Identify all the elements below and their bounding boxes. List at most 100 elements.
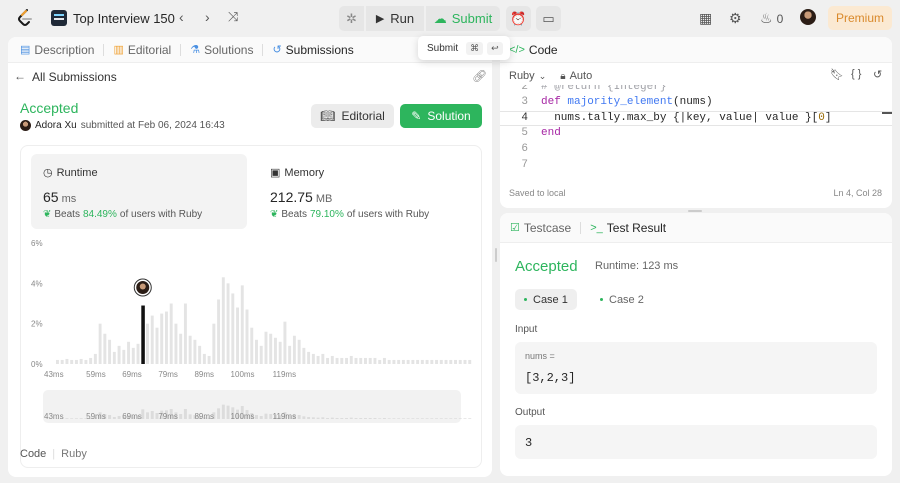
bookmark-icon[interactable]: 🔖︎ <box>830 68 844 81</box>
chart-bar[interactable] <box>406 359 410 364</box>
chart-bar[interactable] <box>198 345 202 364</box>
author-name[interactable]: Adora Xu <box>35 120 77 131</box>
chart-bar[interactable] <box>131 347 135 364</box>
chart-bar[interactable] <box>245 309 249 364</box>
chart-bar[interactable] <box>188 335 192 364</box>
chart-bar[interactable] <box>269 333 273 364</box>
code-editor[interactable]: 2 # @return {Integer} 3 def majority_ele… <box>500 85 892 187</box>
chart-bar[interactable] <box>65 358 69 364</box>
streak-counter[interactable]: ♨ 0 <box>760 10 783 27</box>
chart-bar[interactable] <box>193 339 197 364</box>
editorial-button[interactable]: 📖︎ Editorial <box>311 104 394 128</box>
chart-bar[interactable] <box>127 341 131 364</box>
chevron-right-icon[interactable]: › <box>205 9 210 25</box>
chart-bar[interactable] <box>444 359 448 364</box>
chart-bar[interactable] <box>122 349 126 364</box>
chart-bar[interactable] <box>340 357 344 364</box>
chart-bar[interactable] <box>98 323 102 364</box>
chart-bar[interactable] <box>449 359 453 364</box>
chart-bar[interactable] <box>307 351 311 364</box>
chart-bar[interactable] <box>183 303 187 365</box>
arrow-left-icon[interactable]: ← <box>14 69 26 83</box>
chart-bar[interactable] <box>411 359 415 364</box>
chart-bar[interactable] <box>169 303 173 365</box>
chart-bar[interactable] <box>326 357 330 364</box>
chart-bar[interactable] <box>359 357 363 364</box>
tab-editorial[interactable]: ▥ Editorial <box>113 43 171 57</box>
chart-bar[interactable] <box>454 359 457 364</box>
notes-button[interactable]: ▭ <box>536 6 561 31</box>
your-submission-marker[interactable] <box>133 278 152 297</box>
gear-icon[interactable]: ⚙ <box>729 10 742 27</box>
tab-testcase[interactable]: ☑ Testcase <box>510 221 571 235</box>
tab-solutions[interactable]: ⚗ Solutions <box>190 43 253 57</box>
chart-bar[interactable] <box>297 339 301 364</box>
link-icon[interactable]: 🔗︎ <box>472 69 487 83</box>
chevron-left-icon[interactable]: ‹ <box>179 9 184 25</box>
chart-bar-current[interactable] <box>141 305 145 364</box>
tab-code[interactable]: </> Code <box>509 43 558 57</box>
chart-bar[interactable] <box>288 345 292 364</box>
chart-bar[interactable] <box>179 333 183 364</box>
leetcode-logo-icon[interactable] <box>16 8 34 28</box>
problem-list-icon[interactable] <box>51 10 67 26</box>
chart-bar[interactable] <box>416 359 420 364</box>
chart-bar[interactable] <box>392 359 396 364</box>
chart-bar[interactable] <box>240 285 244 364</box>
chart-bar[interactable] <box>316 355 320 364</box>
chart-bar[interactable] <box>146 323 149 364</box>
chart-bar[interactable] <box>335 357 339 364</box>
chart-bar[interactable] <box>364 357 367 364</box>
author-avatar[interactable] <box>20 120 31 131</box>
case-tab-2[interactable]: Case 2 <box>591 289 653 310</box>
chart-bar[interactable] <box>468 359 472 364</box>
chart-bar[interactable] <box>311 353 315 364</box>
chart-bar[interactable] <box>439 359 443 364</box>
chart-bar[interactable] <box>387 359 391 364</box>
chart-bar[interactable] <box>373 357 377 364</box>
chart-bar[interactable] <box>202 353 206 364</box>
chart-bar[interactable] <box>283 321 287 364</box>
chart-bar[interactable] <box>150 315 154 364</box>
chart-bar[interactable] <box>236 307 240 364</box>
layout-icon[interactable]: ▦ <box>699 10 712 27</box>
chart-bar[interactable] <box>368 357 372 364</box>
chart-bar[interactable] <box>60 359 64 364</box>
chart-bar[interactable] <box>463 359 467 364</box>
chart-bar[interactable] <box>273 337 277 364</box>
chart-bar[interactable] <box>84 359 88 364</box>
chart-bar[interactable] <box>259 345 263 364</box>
chart-bar[interactable] <box>264 331 268 364</box>
chart-bar[interactable] <box>231 293 235 364</box>
chart-bar[interactable] <box>103 333 107 364</box>
premium-button[interactable]: Premium <box>828 6 892 30</box>
horizontal-resize-handle[interactable] <box>688 210 702 212</box>
chart-bar[interactable] <box>330 355 334 364</box>
chart-bar[interactable] <box>255 339 258 364</box>
chart-bar[interactable] <box>212 323 216 364</box>
chart-bar[interactable] <box>292 335 296 364</box>
case-tab-1[interactable]: Case 1 <box>515 289 577 310</box>
chart-bar[interactable] <box>74 359 78 364</box>
chart-bar[interactable] <box>435 359 439 364</box>
chart-bar[interactable] <box>160 313 164 364</box>
timer-button[interactable]: ⏰ <box>506 6 531 31</box>
chart-bar[interactable] <box>155 327 159 364</box>
all-submissions-link[interactable]: All Submissions <box>32 70 117 84</box>
chart-bar[interactable] <box>420 359 424 364</box>
debug-button[interactable]: ✲ <box>339 6 364 31</box>
chart-bar[interactable] <box>321 353 325 364</box>
tab-submissions[interactable]: ↺ Submissions <box>272 43 353 57</box>
chart-bar[interactable] <box>164 311 168 364</box>
chart-bar[interactable] <box>70 359 74 364</box>
chart-bar[interactable] <box>302 347 306 364</box>
mode-label[interactable]: Auto <box>570 70 593 82</box>
vertical-resize-handle[interactable] <box>495 248 497 262</box>
chart-bar[interactable] <box>56 359 59 364</box>
chart-bar[interactable] <box>425 359 429 364</box>
chart-bar[interactable] <box>112 351 116 364</box>
chart-bar[interactable] <box>117 345 121 364</box>
chart-bar[interactable] <box>250 327 254 364</box>
chart-bar[interactable] <box>397 359 401 364</box>
solution-button[interactable]: ✎ Solution <box>400 104 482 128</box>
